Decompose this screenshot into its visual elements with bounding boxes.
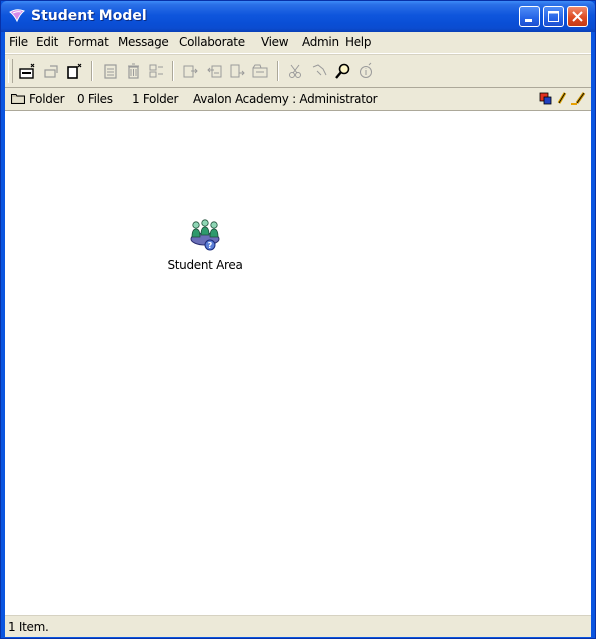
menu-help[interactable]: Help: [345, 35, 371, 50]
minimize-icon: [525, 19, 532, 22]
toolbar-separator: [277, 61, 279, 81]
delete-icon[interactable]: [123, 61, 145, 81]
menu-message[interactable]: Message: [118, 35, 169, 50]
menu-format[interactable]: Format: [68, 35, 109, 50]
folder-view-icon[interactable]: [250, 61, 272, 81]
toolbar: [5, 54, 591, 88]
toolbar-separator: [172, 61, 174, 81]
properties-icon[interactable]: [146, 61, 168, 81]
forward-icon[interactable]: [227, 61, 249, 81]
svg-text:?: ?: [208, 241, 213, 250]
send-icon[interactable]: [180, 61, 202, 81]
presence-icon[interactable]: [539, 91, 553, 105]
menu-edit[interactable]: Edit: [36, 35, 58, 50]
folder-content[interactable]: ? Student Area: [5, 111, 591, 615]
menu-view[interactable]: View: [261, 35, 289, 50]
path-kind: Folder: [29, 92, 65, 106]
open-icon[interactable]: [41, 61, 63, 81]
menu-collaborate[interactable]: Collaborate: [179, 35, 245, 50]
close-button[interactable]: [567, 6, 588, 27]
pencil-icon[interactable]: [556, 91, 568, 105]
info-icon[interactable]: [355, 61, 377, 81]
toolbar-grip[interactable]: [8, 59, 13, 83]
highlighter-icon[interactable]: [569, 91, 587, 105]
maximize-button[interactable]: [543, 6, 564, 27]
student-area-label: Student Area: [167, 258, 243, 272]
window-title: Student Model: [31, 8, 147, 24]
search-icon[interactable]: [332, 61, 354, 81]
app-logo-icon: [9, 9, 25, 23]
client-area: File Edit Format Message Collaborate Vie…: [5, 32, 591, 637]
path-files: 0 Files: [77, 92, 113, 106]
path-folders: 1 Folder: [132, 92, 179, 106]
menu-file[interactable]: File: [9, 35, 28, 50]
menu-bar: File Edit Format Message Collaborate Vie…: [5, 32, 591, 54]
minimize-button[interactable]: [519, 6, 540, 27]
copy-icon[interactable]: [309, 61, 331, 81]
status-bar: 1 Item.: [5, 615, 591, 637]
reply-icon[interactable]: [204, 61, 226, 81]
new-page-icon[interactable]: [64, 61, 86, 81]
folder-icon: [11, 94, 25, 104]
new-document-icon[interactable]: [17, 61, 39, 81]
student-group-icon: ?: [190, 219, 220, 251]
maximize-icon: [548, 11, 559, 22]
path-location: Avalon Academy : Administrator: [193, 92, 378, 106]
menu-admin[interactable]: Admin: [302, 35, 339, 50]
toolbar-separator: [91, 61, 93, 81]
list-icon[interactable]: [100, 61, 122, 81]
close-icon: [572, 11, 583, 22]
student-area-item[interactable]: ? Student Area: [155, 213, 255, 275]
path-bar: Folder 0 Files 1 Folder Avalon Academy :…: [5, 88, 591, 111]
cut-icon[interactable]: [285, 61, 307, 81]
status-text: 1 Item.: [8, 620, 49, 634]
application-window: Student Model File Edit Format Message C…: [0, 0, 596, 639]
title-bar[interactable]: Student Model: [1, 1, 595, 32]
